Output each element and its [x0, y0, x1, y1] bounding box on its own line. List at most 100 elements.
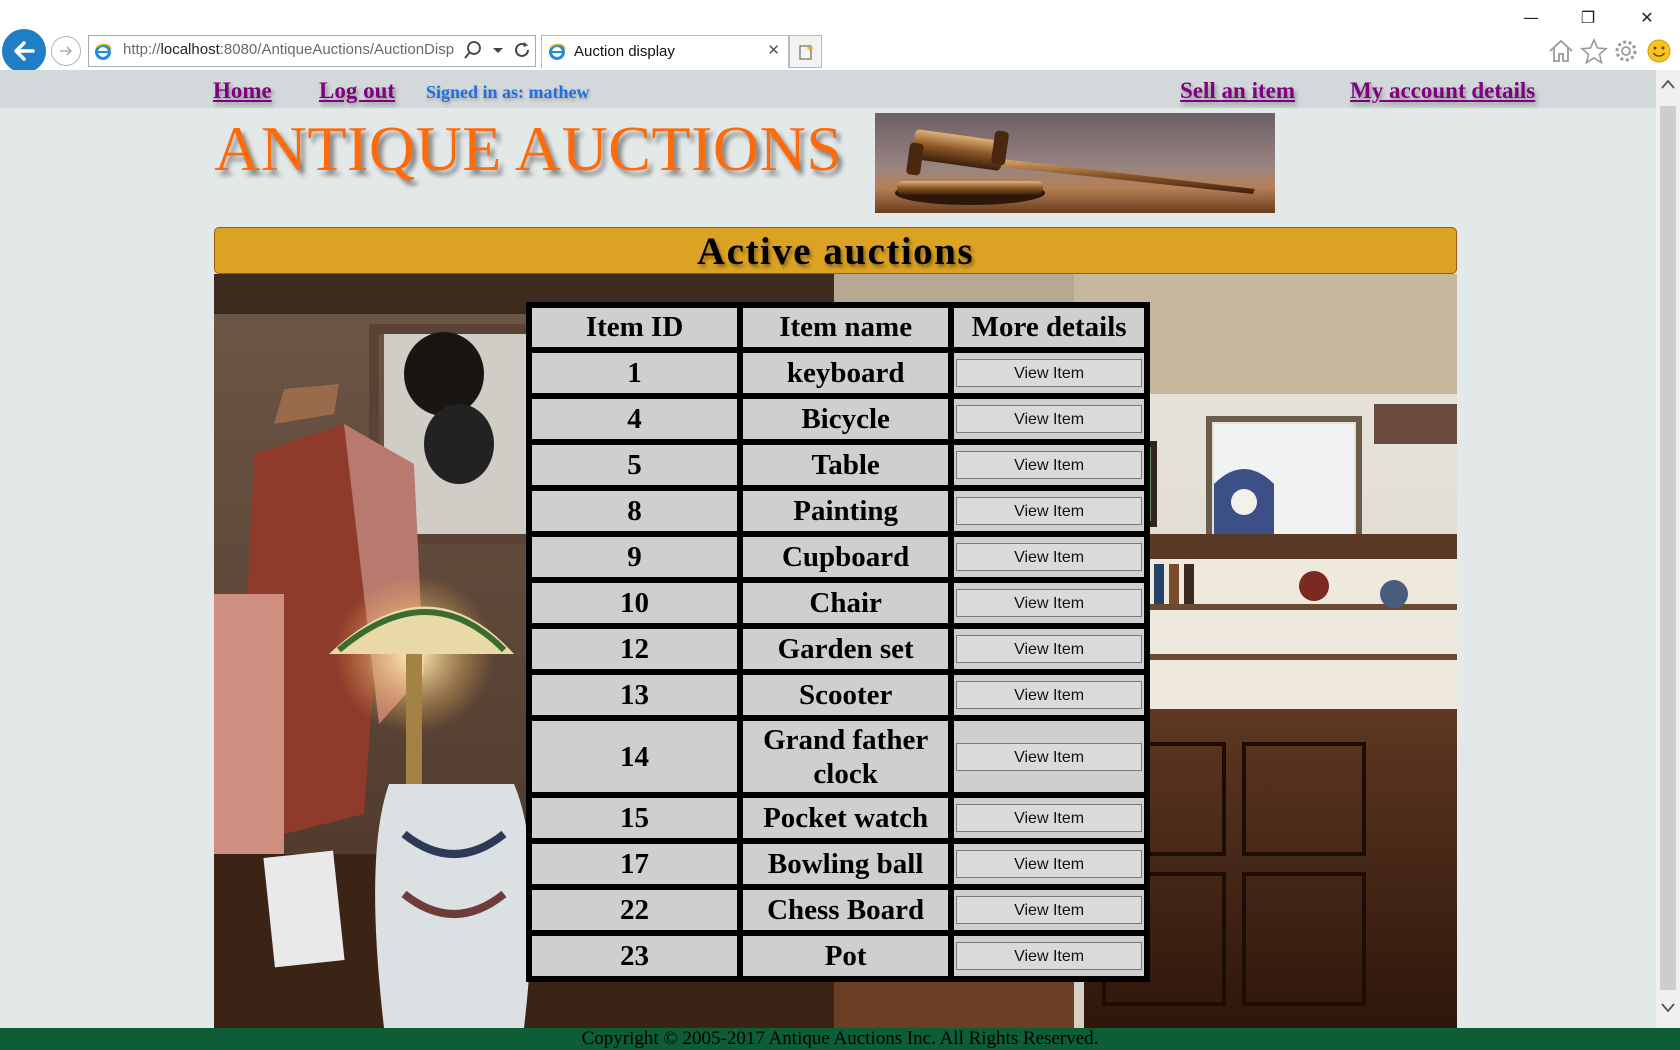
scroll-down-icon[interactable] — [1660, 1002, 1676, 1018]
copyright-text: Copyright © 2005-2017 Antique Auctions I… — [581, 1028, 1099, 1049]
nav-sell-item-link[interactable]: Sell an item — [1180, 78, 1295, 104]
item-name-cell: Grand father clock — [741, 719, 951, 794]
table-row: 15 Pocket watch View Item — [530, 796, 1146, 840]
more-details-cell: View Item — [952, 673, 1146, 717]
table-row: 17 Bowling ball View Item — [530, 842, 1146, 886]
view-item-button[interactable]: View Item — [956, 359, 1143, 387]
more-details-cell: View Item — [952, 581, 1146, 625]
active-auctions-heading: Active auctions — [214, 227, 1457, 274]
new-tab-button[interactable] — [789, 35, 822, 68]
top-nav: Home Log out Signed in as: mathew Sell a… — [0, 70, 1656, 108]
new-tab-icon — [798, 43, 814, 60]
table-row: 8 Painting View Item — [530, 489, 1146, 533]
item-id-cell: 17 — [530, 842, 740, 886]
view-item-button[interactable]: View Item — [956, 451, 1143, 479]
view-item-button[interactable]: View Item — [956, 543, 1143, 571]
refresh-icon[interactable] — [511, 39, 533, 61]
ie-logo-icon — [95, 43, 112, 60]
more-details-cell: View Item — [952, 719, 1146, 794]
header-more-details: More details — [952, 306, 1146, 349]
dropdown-arrow-icon[interactable] — [492, 47, 504, 55]
view-item-button[interactable]: View Item — [956, 942, 1143, 970]
item-id-cell: 5 — [530, 443, 740, 487]
signed-in-label: Signed in as: mathew — [426, 82, 590, 102]
tab-close-button[interactable]: ✕ — [767, 41, 780, 59]
forward-button[interactable] — [51, 36, 81, 66]
back-arrow-icon — [14, 41, 35, 61]
ie-logo-icon — [549, 43, 566, 60]
more-details-cell: View Item — [952, 934, 1146, 978]
more-details-cell: View Item — [952, 888, 1146, 932]
more-details-cell: View Item — [952, 489, 1146, 533]
forward-arrow-icon — [60, 46, 73, 56]
page-footer: Copyright © 2005-2017 Antique Auctions I… — [0, 1028, 1680, 1050]
item-name-cell: Cupboard — [741, 535, 951, 579]
browser-chrome: — ❐ ✕ http://localhost:8080/AntiqueAucti… — [0, 0, 1680, 73]
item-name-cell: Pocket watch — [741, 796, 951, 840]
table-row: 14 Grand father clock View Item — [530, 719, 1146, 794]
item-name-cell: Scooter — [741, 673, 951, 717]
nav-logout-link[interactable]: Log out — [319, 78, 395, 104]
item-id-cell: 9 — [530, 535, 740, 579]
more-details-cell: View Item — [952, 535, 1146, 579]
view-item-button[interactable]: View Item — [956, 497, 1143, 525]
more-details-cell: View Item — [952, 351, 1146, 395]
nav-home-link[interactable]: Home — [213, 78, 272, 104]
view-item-button[interactable]: View Item — [956, 804, 1143, 832]
settings-gear-icon[interactable] — [1612, 38, 1640, 64]
url-host: localhost — [160, 41, 220, 58]
tab-auction-display[interactable]: Auction display ✕ — [541, 35, 789, 68]
url-path: :8080/AntiqueAuctions/AuctionDisp — [219, 41, 455, 58]
item-name-cell: Bowling ball — [741, 842, 951, 886]
search-icon[interactable] — [463, 40, 483, 60]
more-details-cell: View Item — [952, 796, 1146, 840]
table-row: 9 Cupboard View Item — [530, 535, 1146, 579]
close-window-button[interactable]: ✕ — [1624, 4, 1670, 32]
view-item-button[interactable]: View Item — [956, 896, 1143, 924]
vertical-scrollbar[interactable] — [1656, 70, 1680, 1028]
view-item-button[interactable]: View Item — [956, 850, 1143, 878]
table-header-row: Item ID Item name More details — [530, 306, 1146, 349]
gavel-banner-image — [875, 113, 1275, 213]
header-item-name: Item name — [741, 306, 951, 349]
item-id-cell: 8 — [530, 489, 740, 533]
item-name-cell: Chess Board — [741, 888, 951, 932]
table-row: 10 Chair View Item — [530, 581, 1146, 625]
table-row: 13 Scooter View Item — [530, 673, 1146, 717]
more-details-cell: View Item — [952, 443, 1146, 487]
scrollbar-thumb[interactable] — [1660, 106, 1676, 990]
header-item-id: Item ID — [530, 306, 740, 349]
item-name-cell: Bicycle — [741, 397, 951, 441]
more-details-cell: View Item — [952, 627, 1146, 671]
auctions-table-container: Item ID Item name More details 1 keyboar… — [526, 302, 1150, 982]
item-id-cell: 1 — [530, 351, 740, 395]
site-title: ANTIQUE AUCTIONS — [214, 113, 843, 184]
auctions-table: Item ID Item name More details 1 keyboar… — [528, 304, 1148, 980]
scroll-up-icon[interactable] — [1660, 78, 1676, 94]
item-id-cell: 13 — [530, 673, 740, 717]
table-row: 12 Garden set View Item — [530, 627, 1146, 671]
restore-button[interactable]: ❐ — [1565, 4, 1611, 32]
home-icon[interactable] — [1547, 38, 1575, 64]
view-item-button[interactable]: View Item — [956, 635, 1143, 663]
back-button[interactable] — [2, 29, 46, 73]
more-details-cell: View Item — [952, 842, 1146, 886]
feedback-smiley-icon[interactable] — [1645, 38, 1673, 64]
view-item-button[interactable]: View Item — [956, 405, 1143, 433]
url-text[interactable]: http://localhost:8080/AntiqueAuctions/Au… — [123, 41, 547, 58]
item-name-cell: Garden set — [741, 627, 951, 671]
favorites-star-icon[interactable] — [1580, 38, 1608, 64]
table-row: 1 keyboard View Item — [530, 351, 1146, 395]
item-name-cell: Table — [741, 443, 951, 487]
tab-title: Auction display — [574, 43, 675, 60]
item-id-cell: 22 — [530, 888, 740, 932]
view-item-button[interactable]: View Item — [956, 681, 1143, 709]
minimize-button[interactable]: — — [1508, 4, 1554, 32]
view-item-button[interactable]: View Item — [956, 589, 1143, 617]
view-item-button[interactable]: View Item — [956, 742, 1143, 771]
item-id-cell: 12 — [530, 627, 740, 671]
item-id-cell: 23 — [530, 934, 740, 978]
item-id-cell: 10 — [530, 581, 740, 625]
nav-account-details-link[interactable]: My account details — [1350, 78, 1535, 104]
item-name-cell: Pot — [741, 934, 951, 978]
